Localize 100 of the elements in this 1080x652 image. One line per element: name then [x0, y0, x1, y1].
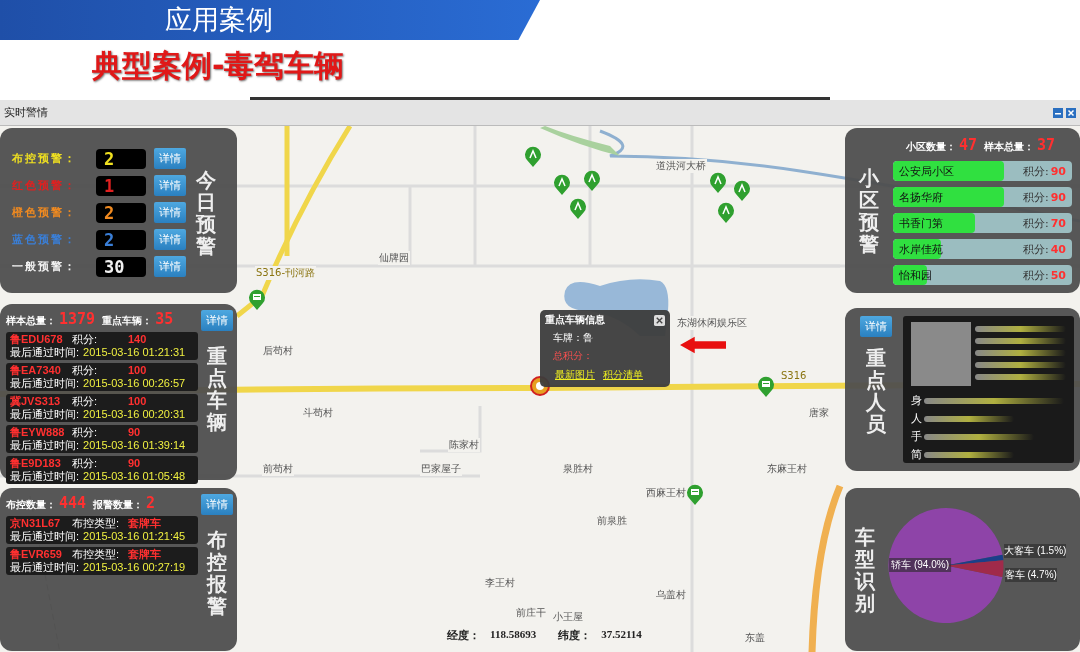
- stat-value: 37: [1037, 136, 1056, 154]
- time-label: 最后通过时间:: [10, 408, 80, 421]
- time-value: 2015-03-16 00:27:19: [83, 561, 186, 574]
- score-value: 70: [1050, 216, 1066, 230]
- map-label: S316: [780, 370, 808, 381]
- score-label: 积分:: [72, 426, 99, 439]
- type-value: 套牌车: [128, 548, 161, 561]
- alert-count: 2: [96, 229, 146, 250]
- panel-title: 重点人员: [866, 347, 886, 435]
- community-name: 书香门第: [899, 215, 943, 231]
- alert-label: 红色预警：: [12, 178, 78, 193]
- score-label: 积分:: [72, 395, 99, 408]
- time-label: 最后通过时间:: [10, 377, 80, 390]
- map-label: 东麻王村: [766, 462, 808, 476]
- vehicle-card[interactable]: 鲁EA7340 积分: 100 最后通过时间: 2015-03-16 00:26:57: [6, 363, 198, 391]
- type-label: 布控类型:: [72, 548, 121, 561]
- slide-title: 典型案例-毒驾车辆: [92, 47, 345, 85]
- longitude-value: 118.58693: [490, 628, 537, 642]
- map-label: 仙牌园: [378, 251, 410, 265]
- map-label: 前庄干: [515, 606, 547, 620]
- plate-value: 鲁: [583, 332, 593, 343]
- longitude-label: 经度：: [447, 628, 480, 643]
- vehicle-card[interactable]: 鲁EYW888 积分: 90 最后通过时间: 2015-03-16 01:39:14: [6, 425, 198, 453]
- score-label: 积分:: [72, 333, 99, 346]
- alert-count: 2: [96, 148, 146, 169]
- score-value: 90: [128, 426, 141, 439]
- score-value: 90: [128, 457, 141, 470]
- plate-number: 鲁EA7340: [10, 364, 62, 377]
- arrow-icon: [680, 336, 726, 354]
- score-value: 40: [1050, 242, 1066, 256]
- minimize-icon[interactable]: [1053, 107, 1063, 118]
- time-label: 最后通过时间:: [10, 530, 80, 543]
- plate-number: 鲁E9D183: [10, 457, 62, 470]
- slice-label: 大客车 (1.5%): [1004, 543, 1067, 558]
- type-label: 布控类型:: [72, 517, 121, 530]
- time-value: 2015-03-16 01:05:48: [83, 470, 186, 483]
- close-icon[interactable]: [1066, 107, 1076, 118]
- map-label: 泉胜村: [562, 462, 594, 476]
- community-bar[interactable]: 公安局小区 积分: 90: [893, 161, 1072, 181]
- panel-title: 车型识别: [855, 525, 875, 614]
- map-pin-icon[interactable]: [524, 146, 542, 168]
- score-label: 积分:: [1022, 242, 1049, 256]
- vehicle-card[interactable]: 鲁E9D183 积分: 90 最后通过时间: 2015-03-16 01:05:48: [6, 456, 198, 484]
- latitude-label: 纬度：: [558, 628, 592, 643]
- photo-placeholder: [911, 322, 971, 386]
- panel-title: 重点车辆: [207, 345, 227, 433]
- map-pin-icon[interactable]: [717, 202, 735, 224]
- time-value: 2015-03-16 01:21:31: [83, 346, 186, 359]
- vehicle-card[interactable]: 鲁EDU678 积分: 140 最后通过时间: 2015-03-16 01:21:31: [6, 332, 198, 360]
- map-label: 李王村: [484, 576, 516, 590]
- map-label: 后苟村: [262, 344, 294, 358]
- time-value: 2015-03-16 00:26:57: [83, 377, 186, 390]
- score-label: 积分:: [72, 364, 99, 377]
- map-label: 道洪河大桥: [655, 159, 707, 173]
- map-label: 巴家屋子: [420, 462, 462, 476]
- map-label: 陈家村: [448, 438, 480, 452]
- window-title: 实时警情: [4, 105, 48, 120]
- alert-count: 1: [96, 175, 146, 196]
- popup-link[interactable]: 积分清单: [603, 368, 643, 382]
- vehicle-card[interactable]: 冀JVS313 积分: 100 最后通过时间: 2015-03-16 00:20:31: [6, 394, 198, 422]
- score-label: 积分:: [1022, 190, 1049, 204]
- score-label: 积分:: [1022, 164, 1049, 178]
- stat-label: 报警数量：: [93, 498, 144, 512]
- time-label: 最后通过时间:: [10, 346, 80, 359]
- community-bar[interactable]: 书香门第 积分: 70: [893, 213, 1072, 233]
- map-pin-icon[interactable]: [583, 170, 601, 192]
- alarm-card[interactable]: 鲁EVR659 布控类型: 套牌车 最后通过时间: 2015-03-16 00:27:19: [6, 547, 198, 575]
- score-label: 积分:: [1022, 268, 1049, 282]
- alert-count: 2: [96, 202, 146, 223]
- alert-label: 橙色预警：: [12, 205, 78, 220]
- stat-label: 布控数量：: [6, 498, 56, 512]
- score-value: 100: [128, 364, 147, 377]
- map-label: 斗苟村: [302, 406, 334, 420]
- type-value: 套牌车: [128, 517, 161, 530]
- map-pin-icon[interactable]: [569, 198, 587, 220]
- time-label: 最后通过时间:: [10, 561, 80, 574]
- map-label: S316-刊河路: [255, 266, 317, 280]
- popup-link[interactable]: 最新图片: [555, 368, 595, 382]
- plate-number: 鲁EDU678: [10, 333, 64, 346]
- plate-number: 京N31L67: [10, 517, 62, 530]
- map-pin-icon[interactable]: [709, 172, 727, 194]
- time-label: 最后通过时间:: [10, 470, 80, 483]
- stat-value: 444: [59, 494, 87, 512]
- alarm-card[interactable]: 京N31L67 布控类型: 套牌车 最后通过时间: 2015-03-16 01:21:45: [6, 516, 198, 544]
- community-name: 公安局小区: [899, 163, 954, 179]
- plate-number: 鲁EYW888: [10, 426, 66, 439]
- map-label: 西麻王村: [645, 486, 687, 500]
- panel-title: 布控报警: [207, 529, 227, 617]
- map-pin-icon[interactable]: [553, 174, 571, 196]
- slice-label: 客车 (4.7%): [1004, 568, 1057, 583]
- close-icon[interactable]: [654, 314, 665, 326]
- stat-label: 重点车辆：: [102, 314, 153, 328]
- panel-title: 今日预警: [196, 168, 216, 257]
- map-pin-icon[interactable]: [733, 180, 751, 202]
- community-bar[interactable]: 名扬华府 积分: 90: [893, 187, 1072, 207]
- score-value: 140: [128, 333, 147, 346]
- alert-label: 一般预警：: [12, 259, 78, 274]
- popup-title: 重点车辆信息: [545, 313, 605, 327]
- info-label: 身: [911, 393, 922, 408]
- plate-label: 车牌：: [553, 332, 583, 343]
